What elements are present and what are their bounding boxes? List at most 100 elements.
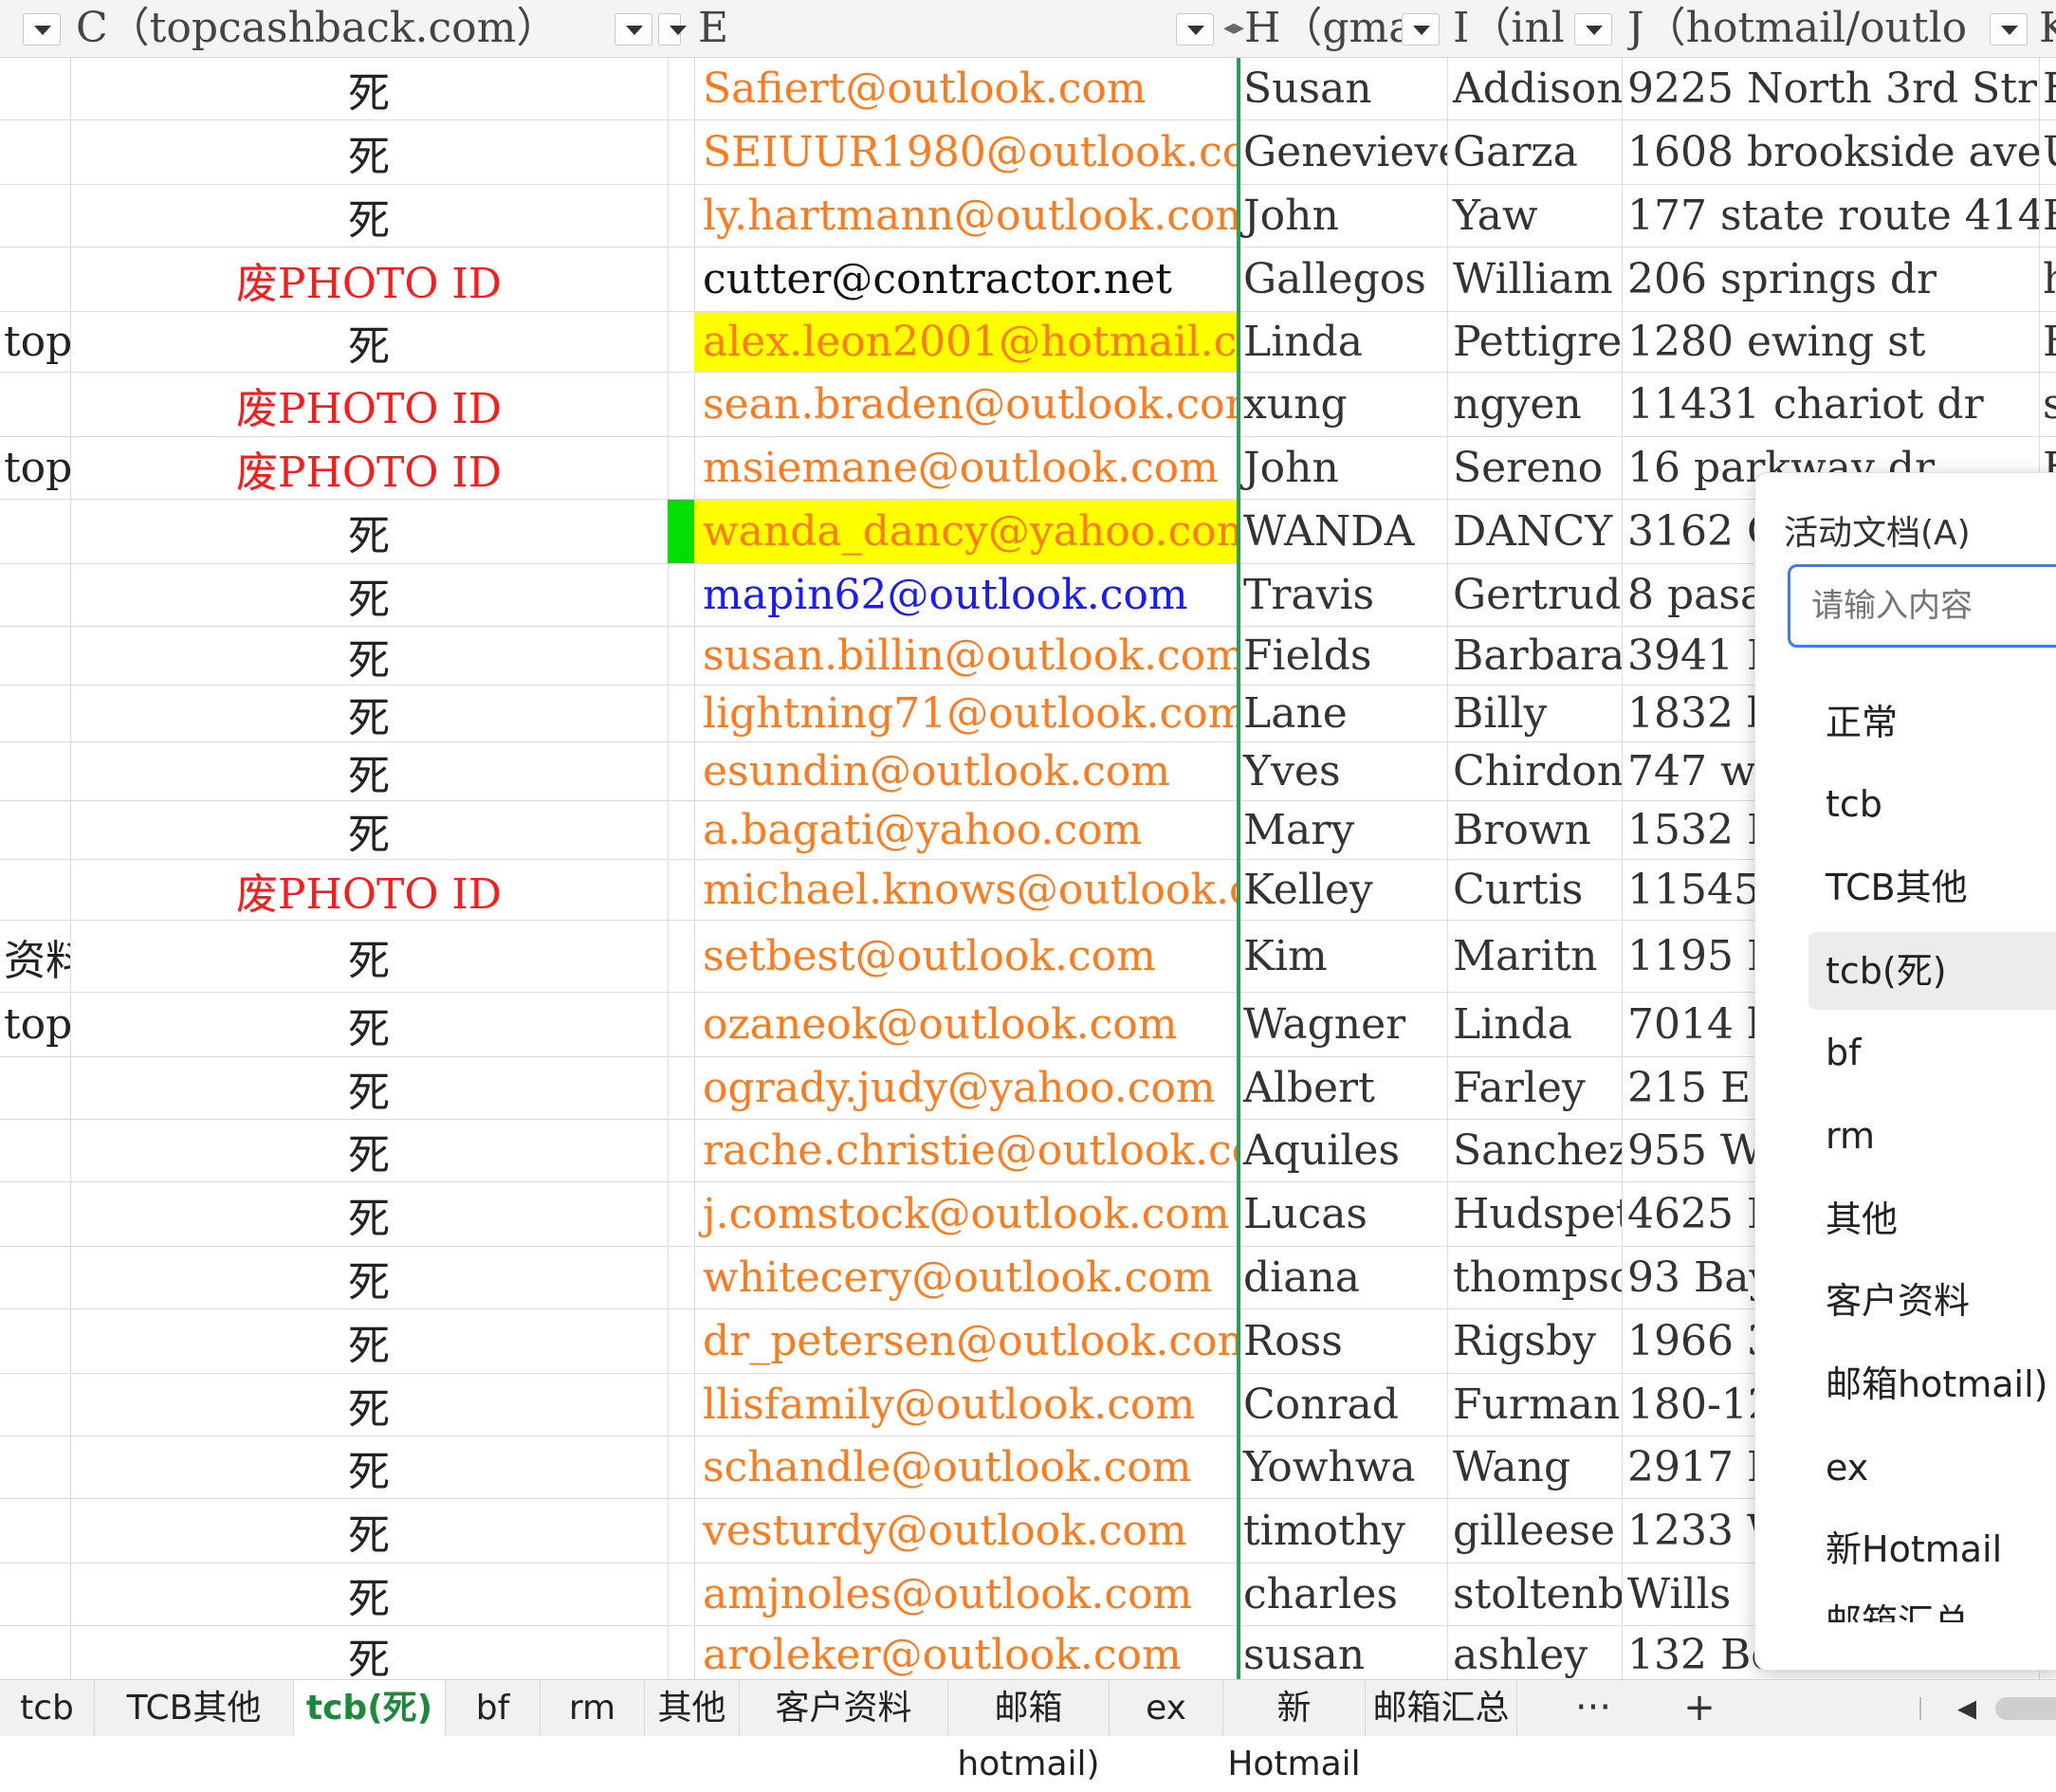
table-row[interactable]: top死 alex.leon2001@hotmail.comLindaPettig… [0,312,2056,373]
last-name-cell[interactable]: thompson [1447,1247,1622,1308]
email-cell[interactable]: Safiert@outlook.com [694,58,1237,119]
spreadsheet-grid[interactable]: 死 Safiert@outlook.com Susan Addison 9225 Nor… [0,58,2056,1679]
email-cell[interactable]: whitecery@outlook.com [694,1247,1237,1308]
first-name-cell[interactable]: John [1240,437,1447,499]
cell-k[interactable]: B [2039,185,2056,247]
sheet-tab[interactable]: 新Hotmail [1223,1680,1366,1783]
table-row[interactable]: 死 amjnoles@outlook.com charles stoltenb Will… [0,1563,2056,1626]
first-name-cell[interactable]: Lane [1240,686,1447,741]
status-cell[interactable]: 死 [70,1499,668,1563]
email-cell[interactable]: sean.braden@outlook.com [694,373,1237,436]
table-row[interactable]: 死 ogrady.judy@yahoo.com Albert Farley 215 E [0,1057,2056,1120]
table-row[interactable]: top 死 ozaneok@outlook.com Wagner Linda 7014 h [0,993,2056,1057]
sheet-list-item[interactable]: rm [1808,1097,2056,1175]
first-name-cell[interactable]: Gallegos [1240,247,1447,311]
sheet-list-item[interactable]: TCB其他 [1808,849,2056,926]
cell-k[interactable]: B [2039,312,2056,372]
status-cell[interactable]: 死 [70,1436,668,1498]
cell-a[interactable] [0,686,70,741]
first-name-cell[interactable]: Fields [1240,627,1447,685]
email-cell[interactable]: llisfamily@outlook.com [694,1374,1237,1435]
sheet-list-item[interactable]: 客户资料 [1808,1262,2056,1340]
marked-cell[interactable] [668,500,694,563]
sheet-list-item[interactable]: bf [1808,1014,2056,1091]
status-cell[interactable]: 废PHOTO ID [70,373,668,436]
sheet-list-item[interactable]: tcb [1808,765,2056,843]
last-name-cell[interactable]: DANCY [1447,500,1622,563]
filter-dropdown-icon[interactable] [615,13,652,46]
first-name-cell[interactable]: diana [1240,1247,1447,1308]
table-row[interactable]: 死 esundin@outlook.com Yves Chirdon 747 w [0,742,2056,801]
address-cell[interactable]: 1280 ewing st [1622,312,2039,372]
email-cell[interactable]: a.bagati@yahoo.com [694,801,1237,859]
last-name-cell[interactable]: Sanchez [1447,1120,1622,1181]
last-name-cell[interactable]: Curtis [1447,860,1622,920]
scroll-left-icon[interactable]: ◂ [1938,1680,1995,1736]
last-name-cell[interactable]: William [1447,247,1622,311]
email-cell[interactable]: ogrady.judy@yahoo.com [694,1057,1237,1119]
last-name-cell[interactable]: Maritn [1447,921,1622,992]
cell-a[interactable] [0,1182,70,1246]
last-name-cell[interactable]: Rigsby [1447,1309,1622,1373]
status-cell[interactable]: 死 [70,1182,668,1246]
email-cell[interactable]: susan.billin@outlook.com [694,627,1237,685]
last-name-cell[interactable]: Brown [1447,801,1622,859]
email-cell[interactable]: amjnoles@outlook.com [694,1563,1237,1625]
last-name-cell[interactable]: Linda [1447,993,1622,1056]
email-cell[interactable]: ly.hartmann@outlook.com [694,185,1237,247]
status-cell[interactable]: 死 [70,1247,668,1308]
last-name-cell[interactable]: Pettigrew [1447,312,1622,372]
last-name-cell[interactable]: Chirdon [1447,742,1622,800]
sheet-tab[interactable]: TCB其他 [95,1680,294,1736]
cell-k[interactable]: h [2039,247,2056,311]
first-name-cell[interactable]: Wagner [1240,993,1447,1056]
sheet-tab[interactable]: 其他 [645,1680,740,1736]
table-row[interactable]: 死 ly.hartmann@outlook.com John Yaw 177 state… [0,185,2056,247]
status-cell[interactable]: 死 [70,1626,668,1680]
email-cell[interactable]: vesturdy@outlook.com [694,1499,1237,1563]
last-name-cell[interactable]: Sereno [1447,437,1622,499]
email-cell[interactable]: setbest@outlook.com [694,921,1237,992]
table-row[interactable]: 死mapin62@outlook.comTravisGertrude8 pasa [0,564,2056,627]
cell-a[interactable]: top [0,437,70,499]
cell-k[interactable]: U [2039,120,2056,184]
column-header-i[interactable]: I（inl [1453,0,1578,57]
cell-a[interactable] [0,185,70,247]
cell-a[interactable] [0,1626,70,1679]
cell-a[interactable] [0,58,70,119]
status-cell[interactable]: 死 [70,312,668,372]
status-cell[interactable]: 死 [70,1374,668,1435]
status-cell[interactable]: 死 [70,627,668,685]
cell-a[interactable]: top [0,312,70,372]
first-name-cell[interactable]: Susan [1240,58,1447,119]
sheet-tab[interactable]: 邮箱汇总 [1366,1680,1517,1736]
status-cell[interactable]: 死 [70,1309,668,1373]
cell-k[interactable]: s [2039,373,2056,436]
address-cell[interactable]: 9225 North 3rd Stre [1622,58,2039,119]
cell-a[interactable]: top [0,993,70,1056]
status-cell[interactable]: 死 [70,564,668,626]
email-cell[interactable]: esundin@outlook.com [694,742,1237,800]
status-cell[interactable]: 死 [70,500,668,563]
cell-a[interactable] [0,1499,70,1563]
table-row[interactable]: 死 Safiert@outlook.com Susan Addison 9225 Nor… [0,58,2056,120]
table-row[interactable]: 废PHOTO ID michael.knows@outlook.comKelley… [0,860,2056,921]
cell-k[interactable]: F [2039,58,2056,119]
sheet-tab[interactable]: ex [1110,1680,1223,1736]
cell-a[interactable] [0,1374,70,1435]
sheet-list-item[interactable]: 邮箱hotmail) [1808,1345,2056,1423]
sheet-list-item[interactable]: 正常 [1808,684,2056,761]
cell-a[interactable] [0,627,70,685]
address-cell[interactable]: 177 state route 414 [1622,185,2039,247]
sheet-tab[interactable]: tcb(死) [294,1680,446,1736]
table-row[interactable]: 废PHOTO ID sean.braden@outlook.com xung ngye… [0,373,2056,437]
table-row[interactable]: 死 lightning71@outlook.com Lane Billy 1832 b [0,686,2056,742]
cell-a[interactable] [0,860,70,920]
first-name-cell[interactable]: charles [1240,1563,1447,1625]
sheet-list-item[interactable]: 新Hotmail [1808,1510,2056,1588]
status-cell[interactable]: 废PHOTO ID [70,437,668,499]
last-name-cell[interactable]: Yaw [1447,185,1622,247]
table-row[interactable]: top 废PHOTO ID msiemane@outlook.com John Sere… [0,437,2056,500]
first-name-cell[interactable]: Conrad [1240,1374,1447,1435]
address-cell[interactable]: 1608 brookside ave [1622,120,2039,184]
